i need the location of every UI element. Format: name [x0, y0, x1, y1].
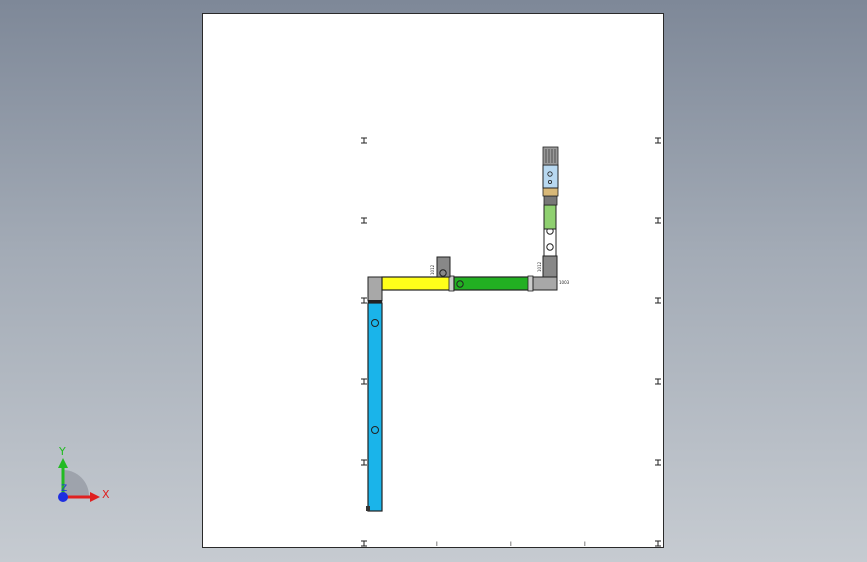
- x-axis-label: X: [102, 488, 110, 501]
- green-horizontal-bar[interactable]: 1003: [453, 275, 570, 292]
- bottom-tick-label: I: [510, 541, 512, 548]
- part-label: 1003: [559, 280, 570, 285]
- bottom-tick-label: I: [436, 541, 438, 548]
- corner-block[interactable]: [367, 276, 383, 303]
- joint-clamp[interactable]: 1012: [430, 256, 451, 278]
- graphics-viewport[interactable]: I I I 1012 1003 1012 Y X Z: [0, 0, 867, 562]
- right-border-ticks: [655, 137, 661, 547]
- y-axis-label: Y: [58, 445, 66, 458]
- blue-vertical-bar[interactable]: [366, 302, 383, 512]
- vertical-upper-assembly[interactable]: 1012: [537, 146, 559, 278]
- yellow-horizontal-bar[interactable]: [381, 275, 455, 292]
- part-label: 1012: [537, 261, 542, 272]
- bottom-tick-label: I: [584, 541, 586, 548]
- coordinate-triad: Y X Z: [58, 445, 110, 502]
- assembly-drawing: I I I 1012 1003 1012 Y X Z: [58, 137, 661, 548]
- left-border-ticks: [361, 137, 367, 547]
- part-label: 1012: [430, 264, 435, 275]
- z-axis-label: Z: [61, 484, 67, 494]
